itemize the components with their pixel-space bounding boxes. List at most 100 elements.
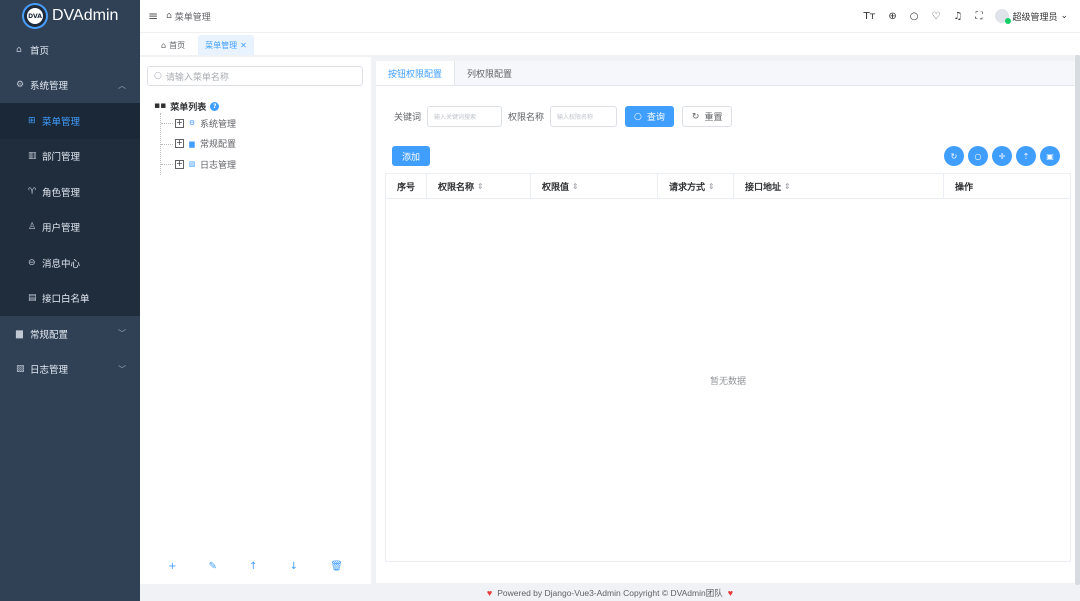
sidebar-item[interactable]: ⌂ 首页 xyxy=(0,32,140,68)
permission-tabs: 按钮权限配置 列权限配置 xyxy=(376,61,1076,86)
add-icon[interactable]: + xyxy=(168,561,176,572)
tree-node[interactable]: + ▆ 常规配置 xyxy=(160,134,237,155)
fullscreen-icon[interactable]: ⛶ xyxy=(975,11,982,22)
tree-children: + ⚙ 系统管理 + ▆ 常规配置 + ▧ 日志管理 xyxy=(160,113,236,175)
permission-panel: 按钮权限配置 列权限配置 关键词 输入关键词搜索 权限名称 输入权限名称 ○ 查… xyxy=(376,61,1076,583)
user-menu[interactable]: 超级管理员 ⌄ xyxy=(995,9,1068,24)
sidebar-item[interactable]: ▥ 部门管理 xyxy=(0,138,140,174)
gear-icon: ⚙ xyxy=(188,119,196,128)
filter-form: 关键词 输入关键词搜索 权限名称 输入权限名称 ○ 查询 ↻ 重置 xyxy=(394,106,733,127)
expand-icon[interactable]: + xyxy=(175,139,184,149)
tree-node[interactable]: + ⚙ 系统管理 xyxy=(160,113,237,134)
expand-icon[interactable]: + xyxy=(175,118,184,128)
column-header-index: 序号 xyxy=(386,174,427,198)
sort-icon[interactable]: ⇕ xyxy=(572,182,579,191)
page-scrollbar[interactable] xyxy=(1075,55,1080,585)
logo[interactable]: DVA DVAdmin xyxy=(0,0,140,32)
tree-root-label: 菜单列表 xyxy=(170,102,207,113)
sidebar-item-label: 常规配置 xyxy=(30,329,69,341)
column-header-api[interactable]: 接口地址 ⇕ xyxy=(734,174,944,198)
column-label: 接口地址 xyxy=(745,182,782,193)
sidebar-item-label: 系统管理 xyxy=(30,81,69,93)
sidebar-item[interactable]: ⚙ 系统管理 ︿ xyxy=(0,68,140,104)
sidebar-item-label: 首页 xyxy=(30,45,50,57)
font-size-icon[interactable]: Tт xyxy=(863,11,875,22)
expand-icon[interactable]: + xyxy=(175,159,184,169)
edit-icon[interactable]: ✎ xyxy=(209,561,217,572)
table-header: 序号 权限名称 ⇕ 权限值 ⇕ 请求方式 ⇕ 接口地址 ⇕ 操作 xyxy=(386,174,1070,199)
column-header-value[interactable]: 权限值 ⇕ xyxy=(531,174,658,198)
table-toolbar: ↻ ○ ✛ ⇡ ▣ xyxy=(944,146,1060,166)
sort-icon[interactable]: ⇕ xyxy=(477,182,484,191)
column-settings-icon[interactable]: ✛ xyxy=(992,146,1012,166)
search-button-label: 查询 xyxy=(646,113,665,123)
grid-icon: ⊞ xyxy=(28,115,36,126)
tree-node-label: 系统管理 xyxy=(200,119,237,130)
search-button[interactable]: ○ 查询 xyxy=(625,106,674,127)
tag-menu-management[interactable]: 菜单管理 ✕ xyxy=(198,35,254,55)
search-toggle-icon[interactable]: ○ xyxy=(968,146,988,166)
home-icon: ⌂ xyxy=(16,44,22,55)
theme-icon[interactable]: ♡ xyxy=(932,11,941,22)
bell-icon[interactable]: ♫ xyxy=(953,11,962,22)
column-header-name[interactable]: 权限名称 ⇕ xyxy=(427,174,531,198)
sidebar-item[interactable]: ▤ 接口白名单 xyxy=(0,280,140,316)
sidebar-item[interactable]: ♈ 角色管理 xyxy=(0,174,140,210)
column-label: 序号 xyxy=(397,182,416,193)
language-icon[interactable]: ⊕ xyxy=(888,11,896,22)
tree-node[interactable]: + ▧ 日志管理 xyxy=(160,154,236,175)
keyword-label: 关键词 xyxy=(394,113,422,123)
delete-icon[interactable]: 🗑 xyxy=(330,561,343,572)
sidebar-item-label: 消息中心 xyxy=(42,258,81,270)
column-label: 操作 xyxy=(955,182,974,193)
tree-node-label: 常规配置 xyxy=(200,140,237,151)
user-icon: ♙ xyxy=(28,222,37,233)
sort-icon[interactable]: ⇕ xyxy=(784,182,791,191)
empty-state: 暂无数据 xyxy=(709,377,746,387)
menu-toggle-icon[interactable]: ≡ xyxy=(148,9,158,23)
sidebar-item-label: 部门管理 xyxy=(42,152,81,164)
close-icon[interactable]: ✕ xyxy=(240,41,247,50)
header-toolbar: Tт ⊕ ○ ♡ ♫ ⛶ 超级管理员 ⌄ xyxy=(863,0,1068,32)
refresh-icon[interactable]: ↻ xyxy=(944,146,964,166)
sort-icon[interactable]: ⇕ xyxy=(708,182,715,191)
save-icon[interactable]: ▣ xyxy=(1040,146,1060,166)
tag-label: 菜单管理 xyxy=(205,40,238,50)
tag-home[interactable]: ⌂ 首页 xyxy=(154,35,192,55)
tree-root[interactable]: ▪▪ 菜单列表 ? xyxy=(154,99,236,113)
log-icon: ▧ xyxy=(188,160,196,169)
sidebar-item-label: 接口白名单 xyxy=(42,294,90,306)
tab-column-permissions[interactable]: 列权限配置 xyxy=(455,61,524,85)
add-button[interactable]: 添加 xyxy=(392,146,430,166)
footer: ♥ Powered by Django-Vue3-Admin Copyright… xyxy=(140,584,1080,601)
logo-icon: DVA xyxy=(24,5,46,27)
column-label: 请求方式 xyxy=(669,182,706,193)
sidebar-item[interactable]: ▆ 常规配置 ﹀ xyxy=(0,316,140,352)
reset-button[interactable]: ↻ 重置 xyxy=(681,106,733,127)
sidebar-item[interactable]: ⊖ 消息中心 xyxy=(0,245,140,281)
column-header-method[interactable]: 请求方式 ⇕ xyxy=(658,174,734,198)
sidebar-item[interactable]: ▧ 日志管理 ﹀ xyxy=(0,352,140,388)
help-icon[interactable]: ? xyxy=(210,101,220,111)
menu-tree: ▪▪ 菜单列表 ? + ⚙ 系统管理 + ▆ 常规配置 + ▧ 日志管理 xyxy=(154,99,236,175)
logo-text: DVAdmin xyxy=(52,7,119,24)
menu-search-input[interactable]: ○ 请输入菜单名称 xyxy=(147,66,363,86)
footer-text: Powered by Django-Vue3-Admin Copyright ©… xyxy=(497,587,723,598)
heart-icon: ♥ xyxy=(486,587,493,598)
export-icon[interactable]: ⇡ xyxy=(1016,146,1036,166)
move-up-icon[interactable]: ↑ xyxy=(249,561,257,572)
sidebar-item-label: 用户管理 xyxy=(42,223,81,235)
search-icon[interactable]: ○ xyxy=(910,11,919,22)
tab-button-permissions[interactable]: 按钮权限配置 xyxy=(376,61,456,85)
search-icon: ○ xyxy=(634,111,642,122)
perm-name-input[interactable]: 输入权限名称 xyxy=(550,106,618,127)
tag-label: 首页 xyxy=(169,40,186,50)
tags-bar: ⌂ 首页 菜单管理 ✕ xyxy=(140,32,1080,55)
move-down-icon[interactable]: ↓ xyxy=(290,561,298,572)
sidebar-item[interactable]: ♙ 用户管理 xyxy=(0,209,140,245)
keyword-input[interactable]: 输入关键词搜索 xyxy=(427,106,503,127)
grid-icon: ▪▪ xyxy=(154,101,167,111)
reset-button-label: 重置 xyxy=(704,113,723,123)
header: ≡ ⌂ 菜单管理 Tт ⊕ ○ ♡ ♫ ⛶ 超级管理员 ⌄ xyxy=(140,0,1080,32)
sidebar-item[interactable]: ⊞ 菜单管理 xyxy=(0,103,140,139)
